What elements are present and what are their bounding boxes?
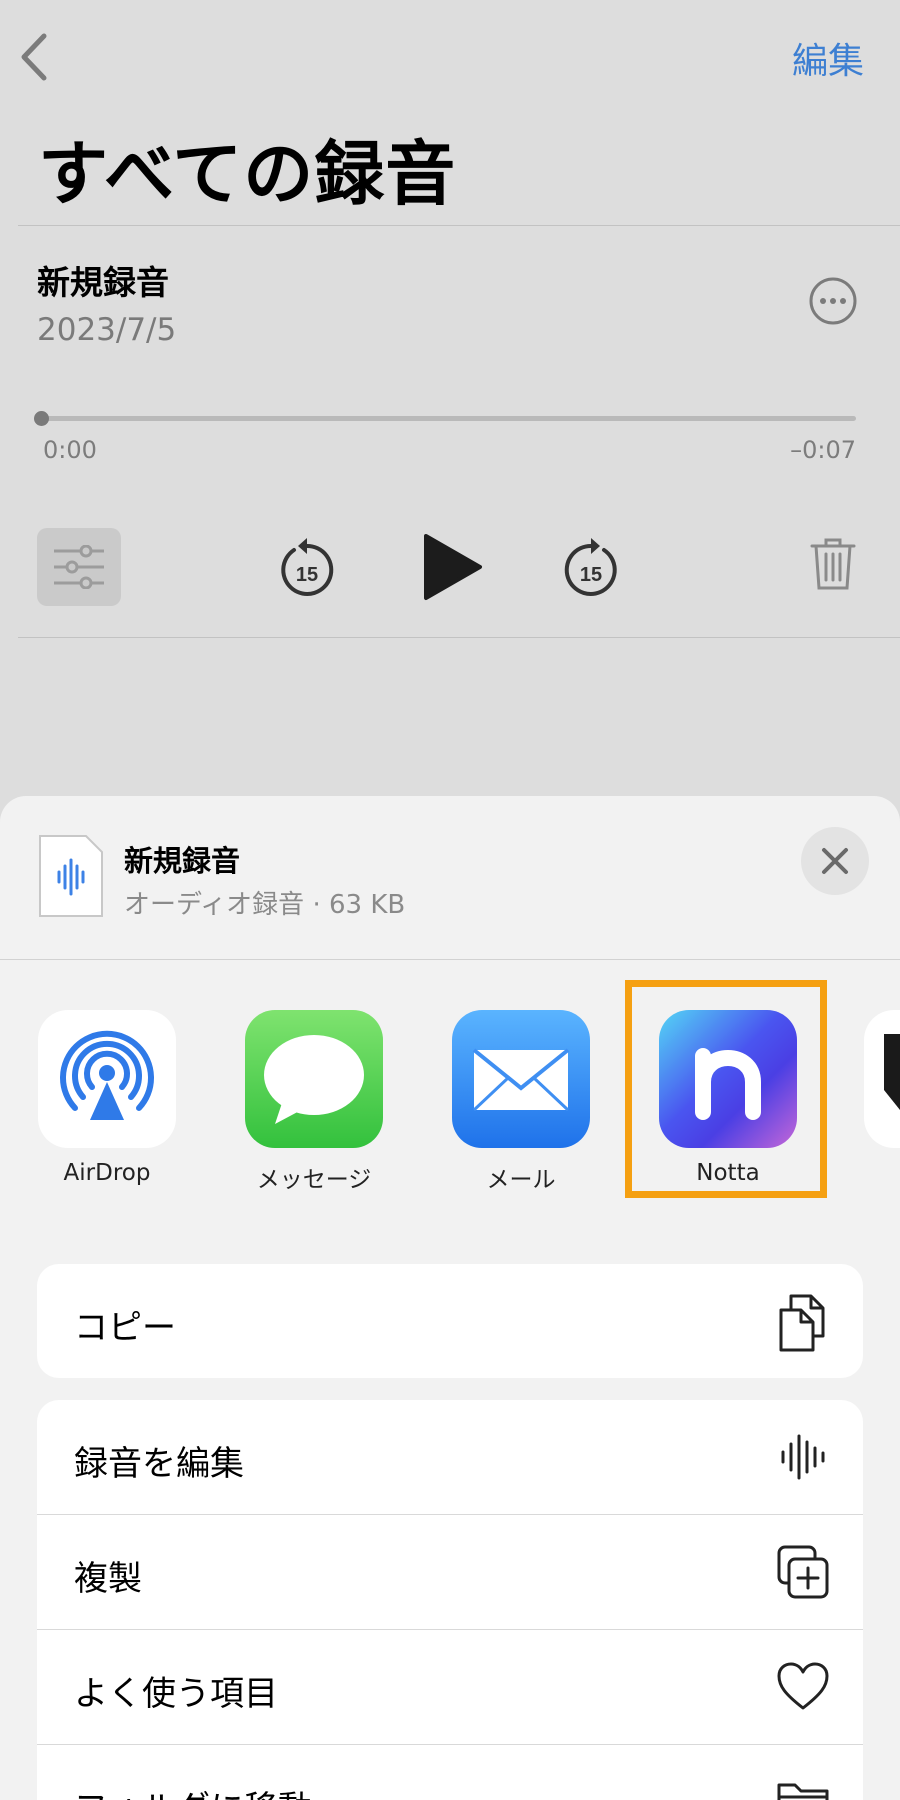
app-label: AirDrop bbox=[63, 1160, 151, 1186]
share-app-partial[interactable] bbox=[864, 1010, 900, 1148]
skip-back-15-icon[interactable]: 15 bbox=[278, 536, 336, 602]
more-options-icon[interactable] bbox=[808, 276, 858, 326]
folder-icon bbox=[775, 1773, 831, 1800]
elapsed-time: 0:00 bbox=[43, 436, 97, 464]
messages-icon bbox=[245, 1010, 383, 1148]
close-icon bbox=[822, 848, 848, 874]
actions-group: 録音を編集 複製 よく使う項目 bbox=[37, 1400, 863, 1800]
skip-forward-15-icon[interactable]: 15 bbox=[562, 536, 620, 602]
remaining-time: –0:07 bbox=[790, 436, 856, 464]
playback-scrubber[interactable] bbox=[40, 416, 856, 421]
mail-icon bbox=[452, 1010, 590, 1148]
svg-text:15: 15 bbox=[296, 564, 318, 586]
shared-file-name: 新規録音 bbox=[124, 844, 241, 878]
action-label: よく使う項目 bbox=[74, 1674, 278, 1714]
playback-settings-button[interactable] bbox=[37, 528, 121, 606]
edit-recording-action[interactable]: 録音を編集 bbox=[37, 1400, 863, 1515]
scrubber-knob[interactable] bbox=[34, 411, 49, 426]
action-label: 複製 bbox=[74, 1559, 142, 1599]
action-label: フォルダに移動 bbox=[74, 1781, 312, 1800]
sliders-icon bbox=[54, 545, 104, 589]
action-label: コピー bbox=[74, 1308, 176, 1348]
share-app-mail[interactable]: メール bbox=[452, 1010, 590, 1194]
recording-date: 2023/7/5 bbox=[37, 312, 177, 348]
duplicate-action[interactable]: 複製 bbox=[37, 1515, 863, 1630]
copy-group: コピー bbox=[37, 1264, 863, 1378]
divider bbox=[18, 637, 900, 638]
highlight-box bbox=[625, 980, 827, 1198]
edit-button[interactable]: 編集 bbox=[792, 32, 864, 84]
svg-text:15: 15 bbox=[580, 564, 602, 586]
duplicate-icon bbox=[775, 1543, 831, 1601]
copy-icon bbox=[775, 1292, 831, 1352]
divider bbox=[0, 959, 900, 960]
heart-icon bbox=[775, 1658, 831, 1716]
move-to-folder-action[interactable]: フォルダに移動 bbox=[37, 1745, 863, 1800]
copy-action[interactable]: コピー bbox=[37, 1264, 863, 1378]
favorite-action[interactable]: よく使う項目 bbox=[37, 1630, 863, 1745]
audio-file-icon bbox=[38, 834, 104, 918]
waveform-icon bbox=[775, 1428, 831, 1486]
play-icon[interactable] bbox=[420, 532, 484, 606]
share-sheet: 新規録音 オーディオ録音 · 63 KB AirDrop メッセージ メール N… bbox=[0, 796, 900, 1800]
recordings-screen: 編集 すべての録音 新規録音 2023/7/5 0:00 –0:07 15 15 bbox=[0, 0, 900, 800]
app-label: メッセージ bbox=[256, 1167, 372, 1193]
app-label: メール bbox=[486, 1167, 556, 1193]
share-app-messages[interactable]: メッセージ bbox=[245, 1010, 383, 1194]
share-app-airdrop[interactable]: AirDrop bbox=[38, 1010, 176, 1186]
shared-file-info: オーディオ録音 · 63 KB bbox=[124, 890, 406, 920]
back-chevron-icon[interactable] bbox=[14, 30, 54, 84]
close-button[interactable] bbox=[801, 827, 869, 895]
divider bbox=[18, 225, 900, 226]
recording-title[interactable]: 新規録音 bbox=[37, 256, 169, 304]
page-title: すべての録音 bbox=[38, 133, 457, 215]
action-label: 録音を編集 bbox=[74, 1444, 244, 1484]
airdrop-icon bbox=[38, 1010, 176, 1148]
trash-icon[interactable] bbox=[810, 536, 856, 596]
